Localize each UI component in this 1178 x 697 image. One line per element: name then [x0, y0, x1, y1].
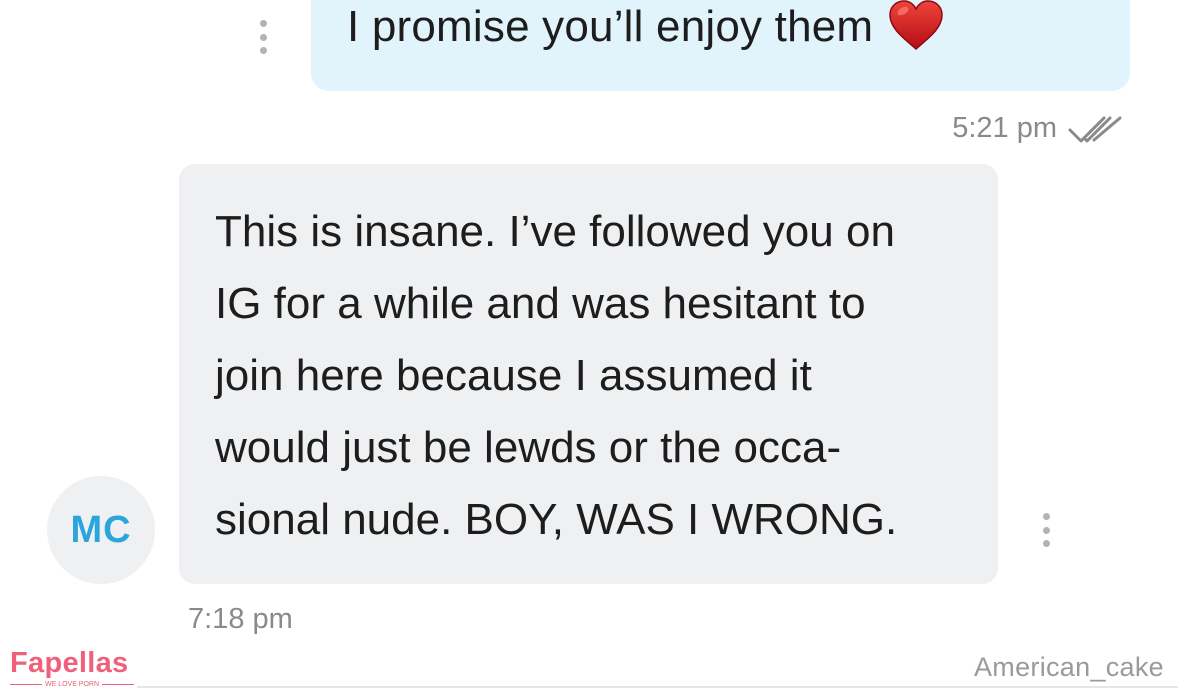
- watermark-logo: Fapellas: [10, 647, 129, 679]
- sent-message-options-icon[interactable]: [257, 20, 269, 54]
- sent-message: I promise you’ll enjoy them: [347, 0, 945, 54]
- avatar[interactable]: MC: [47, 476, 155, 584]
- divider: [102, 684, 135, 685]
- received-message-options-icon[interactable]: [1040, 513, 1052, 547]
- watermark-tagline: WE LOVE PORN: [10, 681, 135, 688]
- divider: [137, 686, 1178, 688]
- double-check-icon: [1068, 114, 1122, 146]
- received-message-text: This is insane. I’ve followed you on IG …: [215, 207, 898, 544]
- received-message-time: 7:18 pm: [188, 603, 293, 635]
- sent-message-text: I promise you’ll enjoy them: [347, 2, 874, 51]
- dot: [1042, 526, 1050, 534]
- sent-message-time: 5:21 pm: [952, 112, 1057, 144]
- dot: [259, 33, 267, 41]
- watermark-username: American_cake: [974, 652, 1164, 682]
- dot: [1042, 513, 1050, 520]
- dot: [259, 20, 267, 27]
- dot: [1042, 540, 1050, 547]
- heart-icon: [887, 0, 945, 52]
- dot: [259, 47, 267, 54]
- avatar-initials: MC: [70, 508, 132, 551]
- watermark-tagline-text: WE LOVE PORN: [44, 681, 100, 688]
- divider: [10, 684, 42, 685]
